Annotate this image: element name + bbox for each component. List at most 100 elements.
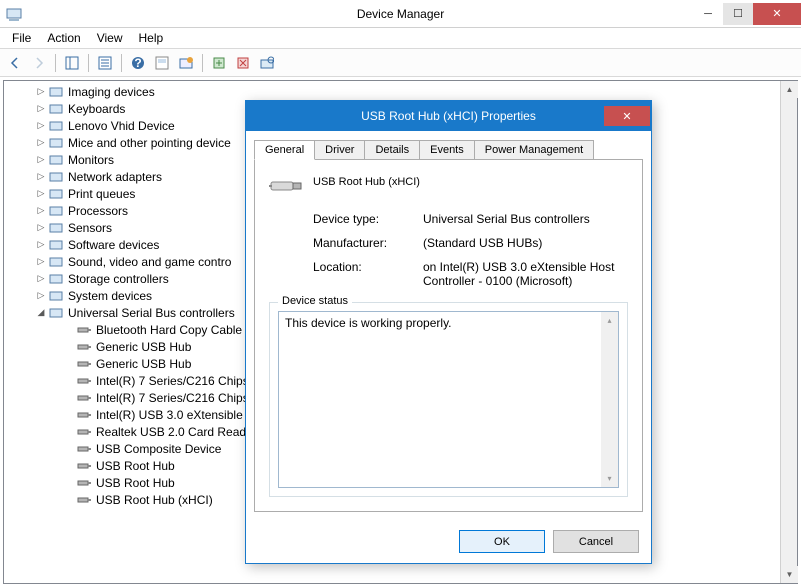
expand-icon[interactable]: ▷ — [36, 104, 46, 114]
spacer — [64, 410, 74, 420]
label-manufacturer: Manufacturer: — [313, 236, 423, 250]
dialog-title: USB Root Hub (xHCI) Properties — [361, 109, 536, 123]
tree-label: Realtek USB 2.0 Card Reade — [96, 425, 253, 439]
device-status-fieldset: Device status This device is working pro… — [269, 302, 628, 497]
label-location: Location: — [313, 260, 423, 288]
device-header: USB Root Hub (xHCI) — [269, 174, 628, 198]
category-icon — [48, 186, 64, 202]
expand-icon[interactable]: ▷ — [36, 223, 46, 233]
tree-label: System devices — [68, 289, 152, 303]
tab-power-management[interactable]: Power Management — [474, 140, 594, 160]
value-location: on Intel(R) USB 3.0 eXtensible Host Cont… — [423, 260, 628, 288]
maximize-button[interactable]: ☐ — [723, 3, 753, 25]
spacer — [64, 376, 74, 386]
device-status-text: This device is working properly. — [285, 316, 452, 330]
close-button[interactable]: ✕ — [753, 3, 801, 25]
device-info-grid: Device type: Universal Serial Bus contro… — [313, 212, 628, 288]
forward-button[interactable] — [28, 52, 50, 74]
expand-icon[interactable]: ▷ — [36, 274, 46, 284]
toolbar-button[interactable] — [151, 52, 173, 74]
category-icon — [48, 254, 64, 270]
category-icon — [48, 84, 64, 100]
toolbar: ? — [0, 49, 801, 77]
titlebar: Device Manager ─ ☐ ✕ — [0, 0, 801, 28]
menubar: File Action View Help — [0, 28, 801, 49]
status-scrollbar[interactable]: ▴ ▾ — [601, 312, 618, 487]
expand-icon[interactable]: ▷ — [36, 138, 46, 148]
tree-label: Keyboards — [68, 102, 125, 116]
show-hide-tree-button[interactable] — [61, 52, 83, 74]
menu-view[interactable]: View — [89, 29, 131, 47]
usb-icon — [76, 322, 92, 338]
usb-icon — [76, 356, 92, 372]
tree-label: USB Root Hub — [96, 459, 175, 473]
expand-icon[interactable]: ▷ — [36, 206, 46, 216]
dialog-close-button[interactable]: ✕ — [604, 106, 650, 126]
scroll-up-arrow[interactable]: ▲ — [781, 81, 798, 98]
category-icon — [48, 271, 64, 287]
tree-label: Intel(R) 7 Series/C216 Chips — [96, 391, 249, 405]
tab-events[interactable]: Events — [419, 140, 475, 160]
svg-text:?: ? — [134, 56, 141, 70]
tree-label: Lenovo Vhid Device — [68, 119, 175, 133]
menu-help[interactable]: Help — [131, 29, 172, 47]
scroll-down-arrow[interactable]: ▼ — [781, 566, 798, 583]
category-icon — [48, 288, 64, 304]
cancel-button[interactable]: Cancel — [553, 530, 639, 553]
expand-icon[interactable]: ▷ — [36, 189, 46, 199]
window-controls: ─ ☐ ✕ — [693, 3, 801, 25]
dialog-titlebar[interactable]: USB Root Hub (xHCI) Properties ✕ — [246, 101, 651, 131]
scroll-down-arrow[interactable]: ▾ — [601, 470, 618, 487]
tree-label: Network adapters — [68, 170, 162, 184]
help-button[interactable]: ? — [127, 52, 149, 74]
scroll-up-arrow[interactable]: ▴ — [601, 312, 618, 329]
expand-icon[interactable]: ▷ — [36, 291, 46, 301]
category-icon — [48, 101, 64, 117]
toolbar-button[interactable] — [175, 52, 197, 74]
menu-action[interactable]: Action — [39, 29, 88, 47]
tree-label: Intel(R) USB 3.0 eXtensible H — [96, 408, 255, 422]
tree-label: Universal Serial Bus controllers — [68, 306, 235, 320]
dialog-button-row: OK Cancel — [246, 520, 651, 563]
category-icon — [48, 169, 64, 185]
scan-hardware-button[interactable] — [256, 52, 278, 74]
tree-label: Monitors — [68, 153, 114, 167]
tree-label: Sensors — [68, 221, 112, 235]
toolbar-separator — [121, 54, 122, 72]
menu-file[interactable]: File — [4, 29, 39, 47]
properties-button[interactable] — [94, 52, 116, 74]
expand-icon[interactable]: ▷ — [36, 121, 46, 131]
category-icon — [48, 203, 64, 219]
usb-icon — [76, 475, 92, 491]
device-status-textbox[interactable]: This device is working properly. ▴ ▾ — [278, 311, 619, 488]
tab-details[interactable]: Details — [364, 140, 420, 160]
tree-label: Intel(R) 7 Series/C216 Chips — [96, 374, 249, 388]
usb-icon — [76, 492, 92, 508]
expand-icon[interactable]: ▷ — [36, 155, 46, 165]
usb-icon — [76, 407, 92, 423]
expand-icon[interactable]: ▷ — [36, 172, 46, 182]
spacer — [64, 342, 74, 352]
collapse-icon[interactable]: ◢ — [36, 308, 46, 318]
tab-general[interactable]: General — [254, 140, 315, 160]
tree-label: Mice and other pointing device — [68, 136, 231, 150]
tree-label: Software devices — [68, 238, 159, 252]
scrollbar[interactable]: ▲ ▼ — [780, 81, 797, 583]
back-button[interactable] — [4, 52, 26, 74]
expand-icon[interactable]: ▷ — [36, 87, 46, 97]
spacer — [64, 495, 74, 505]
expand-icon[interactable]: ▷ — [36, 257, 46, 267]
tab-driver[interactable]: Driver — [314, 140, 365, 160]
tree-category[interactable]: ▷Imaging devices — [4, 83, 780, 100]
minimize-button[interactable]: ─ — [693, 3, 723, 25]
toolbar-separator — [202, 54, 203, 72]
tree-label: Processors — [68, 204, 128, 218]
tree-label: Bluetooth Hard Copy Cable — [96, 323, 242, 337]
uninstall-button[interactable] — [232, 52, 254, 74]
properties-dialog: USB Root Hub (xHCI) Properties ✕ General… — [245, 100, 652, 564]
ok-button[interactable]: OK — [459, 530, 545, 553]
tree-label: Generic USB Hub — [96, 357, 191, 371]
update-driver-button[interactable] — [208, 52, 230, 74]
category-icon — [48, 118, 64, 134]
expand-icon[interactable]: ▷ — [36, 240, 46, 250]
